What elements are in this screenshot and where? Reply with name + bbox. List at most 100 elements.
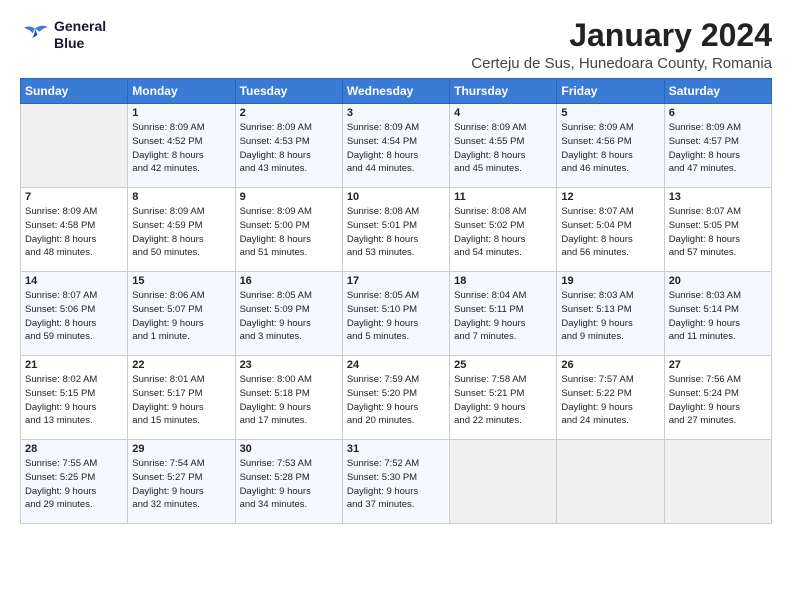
day-number: 21: [25, 359, 123, 371]
week-row-2: 14Sunrise: 8:07 AMSunset: 5:06 PMDayligh…: [21, 272, 772, 356]
day-info: Sunrise: 8:01 AMSunset: 5:17 PMDaylight:…: [132, 373, 230, 428]
day-number: 1: [132, 107, 230, 119]
day-number: 17: [347, 275, 445, 287]
day-info: Sunrise: 8:03 AMSunset: 5:13 PMDaylight:…: [561, 289, 659, 344]
day-number: 16: [240, 275, 338, 287]
calendar-cell: 26 Sunrise: 7:57 AMSunset: 5:22 PMDayligh…: [557, 356, 664, 440]
calendar-title: January 2024: [471, 18, 772, 53]
day-info: Sunrise: 7:54 AMSunset: 5:27 PMDaylight:…: [132, 457, 230, 512]
day-info: Sunrise: 8:02 AMSunset: 5:15 PMDaylight:…: [25, 373, 123, 428]
day-info: Sunrise: 8:03 AMSunset: 5:14 PMDaylight:…: [669, 289, 767, 344]
day-number: 19: [561, 275, 659, 287]
calendar-cell: 4 Sunrise: 8:09 AMSunset: 4:55 PMDaylight…: [450, 104, 557, 188]
day-number: 8: [132, 191, 230, 203]
calendar-cell: 19 Sunrise: 8:03 AMSunset: 5:13 PMDayligh…: [557, 272, 664, 356]
day-number: 3: [347, 107, 445, 119]
day-number: 23: [240, 359, 338, 371]
day-info: Sunrise: 8:06 AMSunset: 5:07 PMDaylight:…: [132, 289, 230, 344]
week-row-4: 28 Sunrise: 7:55 AMSunset: 5:25 PMDayligh…: [21, 440, 772, 524]
calendar-cell: 1 Sunrise: 8:09 AMSunset: 4:52 PMDaylight…: [128, 104, 235, 188]
day-number: 2: [240, 107, 338, 119]
calendar-cell: 25Sunrise: 7:58 AMSunset: 5:21 PMDayligh…: [450, 356, 557, 440]
day-number: 15: [132, 275, 230, 287]
day-info: Sunrise: 8:09 AMSunset: 4:53 PMDaylight:…: [240, 121, 338, 176]
calendar-cell: 16 Sunrise: 8:05 AMSunset: 5:09 PMDayligh…: [235, 272, 342, 356]
calendar-cell: 29 Sunrise: 7:54 AMSunset: 5:27 PMDayligh…: [128, 440, 235, 524]
day-info: Sunrise: 8:09 AMSunset: 5:00 PMDaylight:…: [240, 205, 338, 260]
calendar-cell: 30 Sunrise: 7:53 AMSunset: 5:28 PMDayligh…: [235, 440, 342, 524]
day-info: Sunrise: 8:08 AMSunset: 5:02 PMDaylight:…: [454, 205, 552, 260]
day-info: Sunrise: 8:07 AMSunset: 5:04 PMDaylight:…: [561, 205, 659, 260]
day-number: 24: [347, 359, 445, 371]
day-info: Sunrise: 7:53 AMSunset: 5:28 PMDaylight:…: [240, 457, 338, 512]
header-thursday: Thursday: [450, 79, 557, 104]
day-number: 6: [669, 107, 767, 119]
day-info: Sunrise: 7:55 AMSunset: 5:25 PMDaylight:…: [25, 457, 123, 512]
calendar-cell: 23 Sunrise: 8:00 AMSunset: 5:18 PMDayligh…: [235, 356, 342, 440]
day-number: 26: [561, 359, 659, 371]
day-info: Sunrise: 8:04 AMSunset: 5:11 PMDaylight:…: [454, 289, 552, 344]
day-info: Sunrise: 8:08 AMSunset: 5:01 PMDaylight:…: [347, 205, 445, 260]
day-info: Sunrise: 8:09 AMSunset: 4:55 PMDaylight:…: [454, 121, 552, 176]
header-monday: Monday: [128, 79, 235, 104]
day-number: 14: [25, 275, 123, 287]
day-number: 31: [347, 443, 445, 455]
day-number: 9: [240, 191, 338, 203]
calendar-cell: 22 Sunrise: 8:01 AMSunset: 5:17 PMDayligh…: [128, 356, 235, 440]
day-info: Sunrise: 8:09 AMSunset: 4:56 PMDaylight:…: [561, 121, 659, 176]
calendar-cell: 31Sunrise: 7:52 AMSunset: 5:30 PMDayligh…: [342, 440, 449, 524]
day-number: 11: [454, 191, 552, 203]
calendar-cell: 13Sunrise: 8:07 AMSunset: 5:05 PMDayligh…: [664, 188, 771, 272]
week-row-0: 1 Sunrise: 8:09 AMSunset: 4:52 PMDaylight…: [21, 104, 772, 188]
day-number: 18: [454, 275, 552, 287]
day-info: Sunrise: 7:57 AMSunset: 5:22 PMDaylight:…: [561, 373, 659, 428]
calendar-table: Sunday Monday Tuesday Wednesday Thursday…: [20, 78, 772, 524]
calendar-cell: 12Sunrise: 8:07 AMSunset: 5:04 PMDayligh…: [557, 188, 664, 272]
day-info: Sunrise: 8:05 AMSunset: 5:10 PMDaylight:…: [347, 289, 445, 344]
day-info: Sunrise: 8:09 AMSunset: 4:52 PMDaylight:…: [132, 121, 230, 176]
title-block: January 2024 Certeju de Sus, Hunedoara C…: [471, 18, 772, 72]
day-info: Sunrise: 8:00 AMSunset: 5:18 PMDaylight:…: [240, 373, 338, 428]
logo: General Blue: [20, 18, 106, 52]
header-wednesday: Wednesday: [342, 79, 449, 104]
calendar-cell: 27Sunrise: 7:56 AMSunset: 5:24 PMDayligh…: [664, 356, 771, 440]
calendar-cell: 2 Sunrise: 8:09 AMSunset: 4:53 PMDaylight…: [235, 104, 342, 188]
day-number: 22: [132, 359, 230, 371]
calendar-cell: 15 Sunrise: 8:06 AMSunset: 5:07 PMDayligh…: [128, 272, 235, 356]
day-number: 28: [25, 443, 123, 455]
day-info: Sunrise: 8:07 AMSunset: 5:05 PMDaylight:…: [669, 205, 767, 260]
day-number: 30: [240, 443, 338, 455]
header-tuesday: Tuesday: [235, 79, 342, 104]
day-info: Sunrise: 8:09 AMSunset: 4:58 PMDaylight:…: [25, 205, 123, 260]
calendar-cell: 21 Sunrise: 8:02 AMSunset: 5:15 PMDayligh…: [21, 356, 128, 440]
page: General Blue January 2024 Certeju de Sus…: [0, 0, 792, 612]
calendar-cell: 18 Sunrise: 8:04 AMSunset: 5:11 PMDayligh…: [450, 272, 557, 356]
day-number: 5: [561, 107, 659, 119]
logo-text: General Blue: [54, 18, 106, 52]
calendar-cell: 3 Sunrise: 8:09 AMSunset: 4:54 PMDaylight…: [342, 104, 449, 188]
calendar-subtitle: Certeju de Sus, Hunedoara County, Romani…: [471, 55, 772, 72]
day-info: Sunrise: 8:09 AMSunset: 4:57 PMDaylight:…: [669, 121, 767, 176]
week-row-3: 21 Sunrise: 8:02 AMSunset: 5:15 PMDayligh…: [21, 356, 772, 440]
day-info: Sunrise: 8:05 AMSunset: 5:09 PMDaylight:…: [240, 289, 338, 344]
calendar-cell: 8 Sunrise: 8:09 AMSunset: 4:59 PMDaylight…: [128, 188, 235, 272]
header: General Blue January 2024 Certeju de Sus…: [20, 18, 772, 72]
calendar-cell: [450, 440, 557, 524]
day-number: 29: [132, 443, 230, 455]
day-info: Sunrise: 7:59 AMSunset: 5:20 PMDaylight:…: [347, 373, 445, 428]
day-number: 4: [454, 107, 552, 119]
day-info: Sunrise: 8:09 AMSunset: 4:59 PMDaylight:…: [132, 205, 230, 260]
calendar-cell: 10Sunrise: 8:08 AMSunset: 5:01 PMDayligh…: [342, 188, 449, 272]
week-row-1: 7Sunrise: 8:09 AMSunset: 4:58 PMDaylight…: [21, 188, 772, 272]
calendar-cell: [664, 440, 771, 524]
day-number: 27: [669, 359, 767, 371]
calendar-cell: 9 Sunrise: 8:09 AMSunset: 5:00 PMDaylight…: [235, 188, 342, 272]
calendar-cell: 5 Sunrise: 8:09 AMSunset: 4:56 PMDaylight…: [557, 104, 664, 188]
header-friday: Friday: [557, 79, 664, 104]
day-number: 25: [454, 359, 552, 371]
calendar-cell: 6 Sunrise: 8:09 AMSunset: 4:57 PMDaylight…: [664, 104, 771, 188]
logo-icon: [20, 24, 50, 46]
calendar-cell: 17 Sunrise: 8:05 AMSunset: 5:10 PMDayligh…: [342, 272, 449, 356]
day-info: Sunrise: 8:09 AMSunset: 4:54 PMDaylight:…: [347, 121, 445, 176]
calendar-cell: [557, 440, 664, 524]
